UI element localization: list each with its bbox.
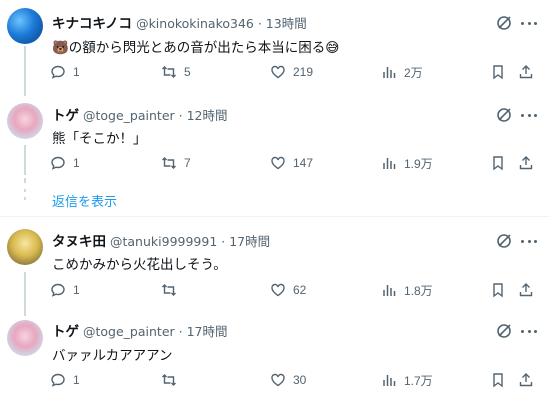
share-button[interactable] bbox=[518, 154, 534, 172]
tweet-actions: 1 62 1.8万 bbox=[0, 281, 549, 299]
tweet-text: こめかみから火花出しそう。 bbox=[52, 257, 227, 273]
views-count: 1.9万 bbox=[404, 156, 433, 171]
reply-icon bbox=[51, 156, 65, 170]
reply-icon bbox=[51, 283, 65, 297]
handle-and-time[interactable]: @tanuki9999991 · 17時間 bbox=[110, 231, 270, 250]
avatar[interactable] bbox=[7, 103, 43, 139]
handle-and-time[interactable]: @kinokokinako346 · 13時間 bbox=[136, 13, 307, 32]
thread-line bbox=[24, 189, 26, 192]
share-icon bbox=[519, 156, 533, 170]
grok-icon[interactable] bbox=[496, 233, 512, 249]
reply-count: 1 bbox=[73, 156, 80, 170]
bookmark-icon bbox=[493, 156, 503, 171]
bookmark-icon bbox=[493, 65, 503, 80]
tweet-actions: 1 30 1.7万 bbox=[0, 371, 549, 389]
views-icon bbox=[383, 67, 396, 78]
retweet-icon bbox=[162, 157, 176, 169]
handle-and-time[interactable]: @toge_painter · 17時間 bbox=[83, 321, 227, 340]
reply-button[interactable]: 1 bbox=[50, 154, 80, 172]
retweet-icon bbox=[162, 66, 176, 78]
tweet-header: タヌキ田 @tanuki9999991 · 17時間 bbox=[52, 230, 270, 250]
retweet-button[interactable]: 5 bbox=[161, 63, 191, 81]
reply-icon bbox=[51, 65, 65, 79]
reply-count: 1 bbox=[73, 373, 80, 387]
share-icon bbox=[519, 283, 533, 297]
share-button[interactable] bbox=[518, 63, 534, 81]
bookmark-button[interactable] bbox=[490, 154, 506, 172]
divider bbox=[0, 216, 549, 217]
retweet-icon bbox=[162, 374, 176, 386]
heart-icon bbox=[271, 156, 285, 170]
retweet-icon bbox=[162, 284, 176, 296]
like-count: 30 bbox=[293, 373, 307, 387]
display-name[interactable]: トゲ bbox=[52, 104, 79, 124]
views-count: 1.7万 bbox=[404, 373, 433, 388]
tweet-text: バァァルカアアアン bbox=[52, 348, 173, 364]
heart-icon bbox=[271, 65, 285, 79]
grok-icon[interactable] bbox=[496, 15, 512, 31]
views-button[interactable]: 1.7万 bbox=[381, 371, 433, 389]
like-button[interactable]: 62 bbox=[270, 281, 306, 299]
more-icon[interactable] bbox=[521, 323, 537, 339]
views-button[interactable]: 1.8万 bbox=[381, 281, 433, 299]
like-count: 219 bbox=[293, 65, 314, 79]
tweet-text: 熊「そこか！」 bbox=[52, 131, 147, 147]
display-name[interactable]: トゲ bbox=[52, 320, 79, 340]
tweet-header: キナコキノコ @kinokokinako346 · 13時間 bbox=[52, 12, 307, 32]
views-count: 2万 bbox=[404, 65, 423, 80]
retweet-count: 7 bbox=[184, 156, 191, 170]
thread-line bbox=[24, 178, 26, 183]
tweet-header: トゲ @toge_painter · 12時間 bbox=[52, 104, 227, 124]
views-count: 1.8万 bbox=[404, 283, 433, 298]
views-button[interactable]: 2万 bbox=[381, 63, 423, 81]
handle-and-time[interactable]: @toge_painter · 12時間 bbox=[83, 105, 227, 124]
share-button[interactable] bbox=[518, 281, 534, 299]
show-replies-link[interactable]: 返信を表示 bbox=[52, 191, 117, 210]
avatar[interactable] bbox=[7, 8, 43, 44]
retweet-button[interactable] bbox=[161, 281, 184, 299]
grok-icon[interactable] bbox=[496, 323, 512, 339]
tweet-actions: 1 5 219 2万 bbox=[0, 63, 549, 81]
thread-line bbox=[24, 197, 26, 200]
reply-button[interactable]: 1 bbox=[50, 63, 80, 81]
tweet-actions: 1 7 147 1.9万 bbox=[0, 154, 549, 172]
share-icon bbox=[519, 65, 533, 79]
views-icon bbox=[383, 285, 396, 296]
tweet-text: 🐻の額から閃光とあの音が出たら本当に困る😅 bbox=[52, 40, 340, 56]
heart-icon bbox=[271, 283, 285, 297]
like-count: 62 bbox=[293, 283, 307, 297]
reply-button[interactable]: 1 bbox=[50, 371, 80, 389]
views-button[interactable]: 1.9万 bbox=[381, 154, 433, 172]
bookmark-button[interactable] bbox=[490, 371, 506, 389]
bookmark-button[interactable] bbox=[490, 281, 506, 299]
like-count: 147 bbox=[293, 156, 314, 170]
retweet-count: 5 bbox=[184, 65, 191, 79]
avatar[interactable] bbox=[7, 320, 43, 356]
tweet-header: トゲ @toge_painter · 17時間 bbox=[52, 320, 227, 340]
display-name[interactable]: タヌキ田 bbox=[52, 230, 106, 250]
bookmark-button[interactable] bbox=[490, 63, 506, 81]
reply-count: 1 bbox=[73, 65, 80, 79]
like-button[interactable]: 147 bbox=[270, 154, 313, 172]
heart-icon bbox=[271, 373, 285, 387]
avatar[interactable] bbox=[7, 229, 43, 265]
share-icon bbox=[519, 373, 533, 387]
views-icon bbox=[383, 375, 396, 386]
grok-icon[interactable] bbox=[496, 107, 512, 123]
reply-icon bbox=[51, 373, 65, 387]
like-button[interactable]: 30 bbox=[270, 371, 306, 389]
retweet-button[interactable] bbox=[161, 371, 184, 389]
reply-count: 1 bbox=[73, 283, 80, 297]
bookmark-icon bbox=[493, 373, 503, 388]
share-button[interactable] bbox=[518, 371, 534, 389]
views-icon bbox=[383, 158, 396, 169]
bookmark-icon bbox=[493, 283, 503, 298]
retweet-button[interactable]: 7 bbox=[161, 154, 191, 172]
display-name[interactable]: キナコキノコ bbox=[52, 12, 132, 32]
like-button[interactable]: 219 bbox=[270, 63, 313, 81]
more-icon[interactable] bbox=[521, 233, 537, 249]
reply-button[interactable]: 1 bbox=[50, 281, 80, 299]
more-icon[interactable] bbox=[521, 15, 537, 31]
more-icon[interactable] bbox=[521, 107, 537, 123]
